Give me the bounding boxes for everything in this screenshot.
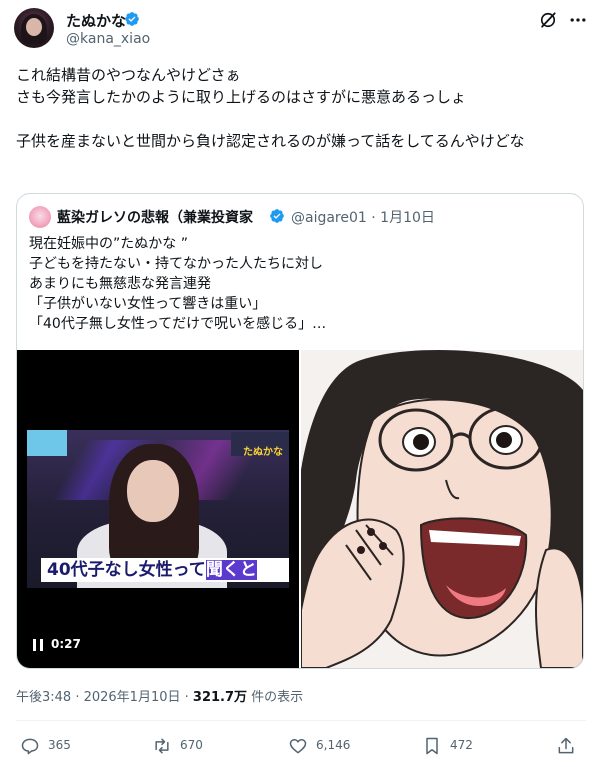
meta-separator: · (371, 210, 376, 226)
video-frame[interactable]: たぬかな 40代子なし女性って聞くと (27, 430, 289, 588)
author-display-name[interactable]: たぬかな (66, 10, 126, 31)
illustration-image[interactable] (301, 350, 583, 668)
quoted-tweet[interactable]: 藍染ガレソの悲報（兼業投資家 @aigare01 · 1月10日 現在妊娠中の”… (16, 193, 584, 669)
author-handle[interactable]: @kana_xiao (66, 31, 150, 47)
tweet-time[interactable]: 午後3:48 · 2026年1月10日 · (16, 690, 189, 705)
verified-icon (125, 12, 139, 26)
repost-icon (155, 738, 169, 754)
tweet-text: これ結構昔のやつなんやけどさぁ さも今発言したかのように取り上げるのはさすがに悪… (16, 66, 525, 150)
video-player[interactable]: たぬかな 40代子なし女性って聞くと 0:27 (17, 350, 299, 668)
video-caption-part1: 40代子なし女性って (47, 560, 206, 580)
tweet-timestamp[interactable]: 午後3:48 · 2026年1月10日 · 321.7万 件の表示 (16, 686, 303, 705)
reply-count: 365 (48, 738, 71, 752)
video-corner-logo (27, 430, 67, 456)
reply-icon (21, 738, 39, 755)
quoted-date[interactable]: 1月10日 (380, 210, 435, 226)
more-icon[interactable] (568, 10, 588, 30)
video-name-badge: たぬかな (231, 432, 289, 458)
divider (16, 720, 586, 721)
verified-icon (270, 209, 284, 223)
views-label: 件の表示 (251, 690, 304, 705)
share-icon (558, 737, 574, 754)
author-avatar[interactable] (14, 8, 54, 48)
avatar-face (26, 18, 42, 36)
pause-icon[interactable] (31, 638, 45, 652)
video-badge-text: たぬかな (243, 447, 283, 458)
repost-count: 670 (180, 738, 203, 752)
like-icon (289, 739, 307, 754)
action-bar: 365 670 6,146 472 (16, 734, 586, 762)
illustration-drawing (301, 350, 583, 668)
share-button[interactable] (556, 734, 578, 758)
video-person-face (127, 460, 179, 522)
tweet-header: たぬかな @kana_xiao (14, 6, 588, 52)
bookmark-count: 472 (450, 738, 473, 752)
like-count: 6,146 (316, 738, 351, 752)
video-time: 0:27 (51, 637, 81, 651)
bookmark-icon (426, 737, 438, 755)
quoted-meta: @aigare01 · 1月10日 (291, 207, 435, 227)
quoted-author-avatar[interactable] (29, 206, 51, 228)
quoted-handle[interactable]: @aigare01 (291, 210, 367, 226)
quoted-author-name[interactable]: 藍染ガレソの悲報（兼業投資家 (57, 207, 253, 227)
quoted-text: 現在妊娠中の”たぬかな ” 子どもを持たない・持てなかった人たちに対し あまりに… (29, 236, 327, 332)
video-caption-part2: 聞くと (205, 560, 257, 580)
grok-icon[interactable] (538, 10, 558, 30)
view-count: 321.7万 (192, 690, 248, 705)
video-caption: 40代子なし女性って聞くと (41, 558, 289, 582)
